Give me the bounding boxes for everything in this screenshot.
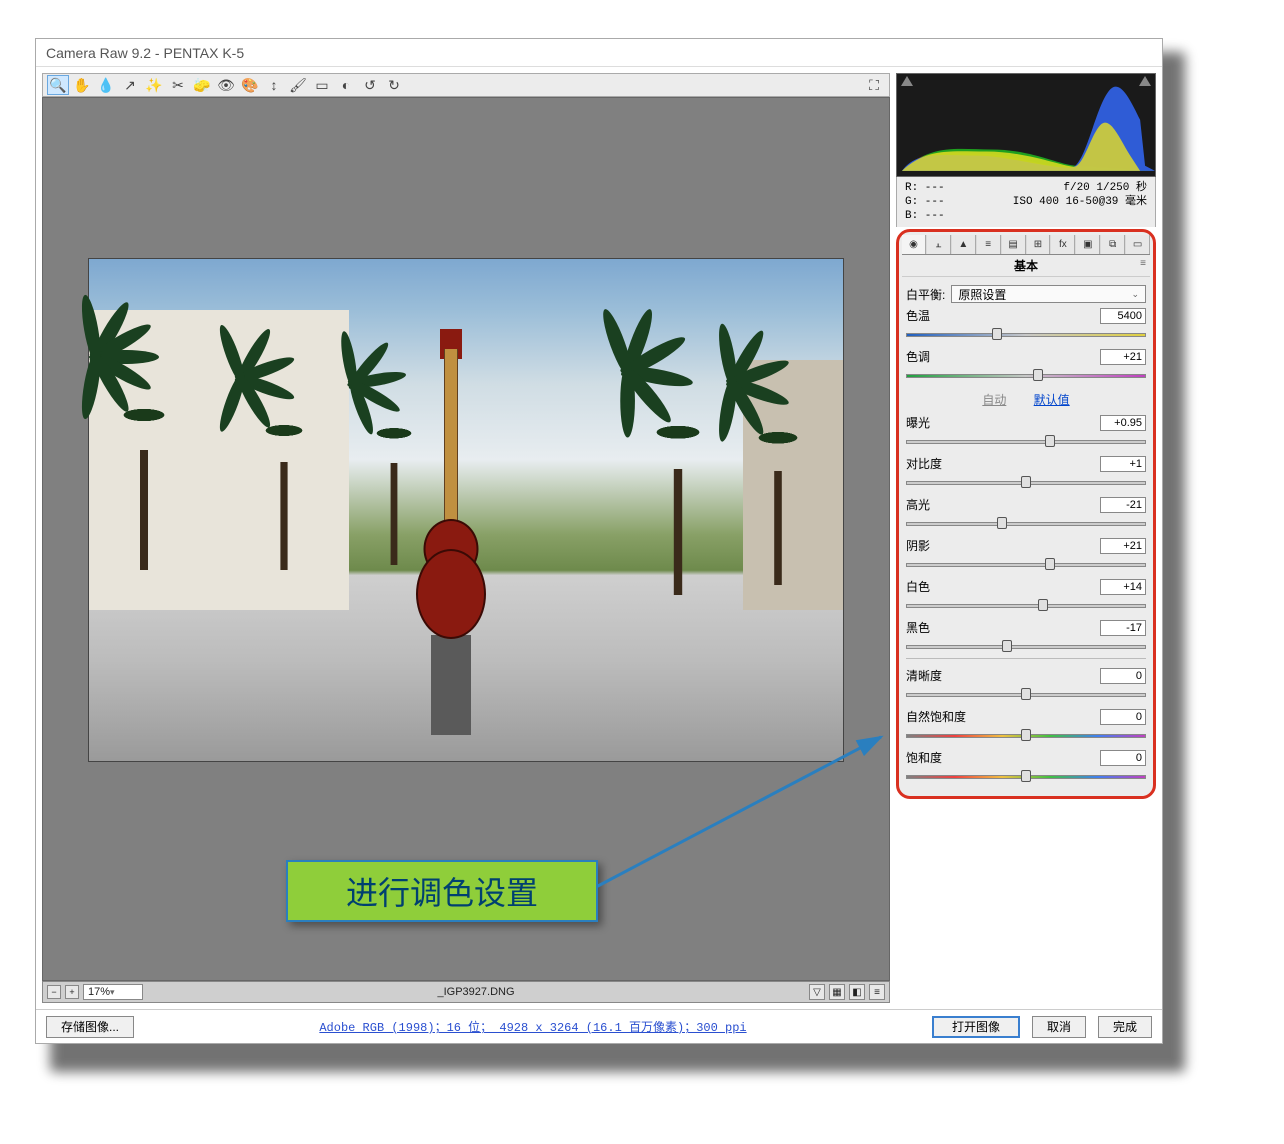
temp-slider[interactable] <box>906 328 1146 340</box>
graduated-filter-icon[interactable]: 🖌 <box>287 75 309 95</box>
targeted-adjust-icon[interactable]: ✨ <box>143 75 165 95</box>
tab-curve[interactable]: ⫠ <box>927 235 951 254</box>
exposure-slider[interactable] <box>906 435 1146 447</box>
contrast-label: 对比度 <box>906 455 942 472</box>
spot-removal-icon[interactable]: 👁 <box>215 75 237 95</box>
cancel-button[interactable]: 取消 <box>1032 1016 1086 1038</box>
highlights-input[interactable]: -21 <box>1100 497 1146 513</box>
compare-icon[interactable]: ◧ <box>849 984 865 1000</box>
radial-filter-icon[interactable]: ▭ <box>311 75 333 95</box>
tab-hsl[interactable]: ≡ <box>977 235 1001 254</box>
vibrance-input[interactable]: 0 <box>1100 709 1146 725</box>
tab-split[interactable]: ▤ <box>1002 235 1026 254</box>
adjustment-brush-icon[interactable]: ↕ <box>263 75 285 95</box>
eyedropper-icon[interactable]: 💧 <box>95 75 117 95</box>
done-button[interactable]: 完成 <box>1098 1016 1152 1038</box>
white-balance-select[interactable]: 原照设置 ⌄ <box>951 285 1146 303</box>
auto-link[interactable]: 自动 <box>982 393 1006 407</box>
zoom-out-button[interactable]: − <box>47 985 61 999</box>
temp-label: 色温 <box>906 307 930 324</box>
fullscreen-icon[interactable]: ⛶ <box>863 75 885 95</box>
clarity-input[interactable]: 0 <box>1100 668 1146 684</box>
shadows-slider[interactable] <box>906 558 1146 570</box>
canvas-status-bar: − + 17%▾ _IGP3927.DNG ▽ ▦ ◧ ≡ <box>42 981 890 1003</box>
tint-slider[interactable] <box>906 369 1146 381</box>
exposure-label: 曝光 <box>906 414 930 431</box>
grid-icon[interactable]: ▦ <box>829 984 845 1000</box>
contrast-input[interactable]: +1 <box>1100 456 1146 472</box>
tint-label: 色调 <box>906 348 930 365</box>
whites-label: 白色 <box>906 578 930 595</box>
save-image-button[interactable]: 存储图像... <box>46 1016 134 1038</box>
tab-fx[interactable]: fx <box>1051 235 1075 254</box>
tab-basic[interactable]: ◉ <box>902 235 926 254</box>
filename-label: _IGP3927.DNG <box>147 986 805 998</box>
saturation-input[interactable]: 0 <box>1100 750 1146 766</box>
highlights-slider[interactable] <box>906 517 1146 529</box>
hand-tool-icon[interactable]: ✋ <box>71 75 93 95</box>
annotation-callout: 进行调色设置 <box>286 860 598 922</box>
histogram[interactable] <box>896 73 1156 177</box>
clarity-label: 清晰度 <box>906 667 942 684</box>
panel-title: 基本 ≡ <box>902 255 1150 277</box>
blacks-slider[interactable] <box>906 640 1146 652</box>
exposure-input[interactable]: +0.95 <box>1100 415 1146 431</box>
zoom-select[interactable]: 17%▾ <box>83 984 143 1000</box>
panel-tabs: ◉ ⫠ ▲ ≡ ▤ ⊞ fx ▣ ⧉ ▭ <box>902 235 1150 255</box>
tab-camera[interactable]: ▣ <box>1076 235 1100 254</box>
footer: 存储图像... Adobe RGB (1998)；16 位； 4928 x 32… <box>36 1009 1162 1043</box>
highlight-clip-icon[interactable] <box>1139 76 1151 86</box>
open-image-button[interactable]: 打开图像 <box>932 1016 1020 1038</box>
highlights-label: 高光 <box>906 496 930 513</box>
toolbar: 🔍 ✋ 💧 ↗ ✨ ✂ 🧽 👁 🎨 ↕ 🖌 ▭ ◐ ↺ ↻ ⛶ <box>42 73 890 97</box>
tab-detail[interactable]: ▲ <box>952 235 976 254</box>
window-title: Camera Raw 9.2 - PENTAX K-5 <box>36 39 1162 67</box>
whites-input[interactable]: +14 <box>1100 579 1146 595</box>
tab-lens[interactable]: ⊞ <box>1027 235 1051 254</box>
saturation-slider[interactable] <box>906 770 1146 782</box>
tab-snapshots[interactable]: ▭ <box>1126 235 1150 254</box>
vibrance-slider[interactable] <box>906 729 1146 741</box>
color-sampler-icon[interactable]: ↗ <box>119 75 141 95</box>
menu-icon[interactable]: ≡ <box>869 984 885 1000</box>
preview-image <box>88 258 844 762</box>
shadow-clip-icon[interactable] <box>901 76 913 86</box>
tint-input[interactable]: +21 <box>1100 349 1146 365</box>
zoom-tool-icon[interactable]: 🔍 <box>47 75 69 95</box>
camera-raw-window: Camera Raw 9.2 - PENTAX K-5 🔍 ✋ 💧 ↗ ✨ ✂ … <box>35 38 1163 1044</box>
rotate-cw-icon[interactable]: ↻ <box>383 75 405 95</box>
contrast-slider[interactable] <box>906 476 1146 488</box>
blacks-label: 黑色 <box>906 619 930 636</box>
default-link[interactable]: 默认值 <box>1034 393 1070 407</box>
redeye-icon[interactable]: 🎨 <box>239 75 261 95</box>
panel-menu-icon[interactable]: ≡ <box>1140 258 1146 269</box>
exif-readout: R: --- G: --- B: --- f/20 1/250 秒 ISO 40… <box>896 177 1156 227</box>
crop-tool-icon[interactable]: ✂ <box>167 75 189 95</box>
vibrance-label: 自然饱和度 <box>906 708 966 725</box>
preferences-icon[interactable]: ◐ <box>335 75 357 95</box>
whites-slider[interactable] <box>906 599 1146 611</box>
saturation-label: 饱和度 <box>906 749 942 766</box>
blacks-input[interactable]: -17 <box>1100 620 1146 636</box>
shadows-label: 阴影 <box>906 537 930 554</box>
shadows-input[interactable]: +21 <box>1100 538 1146 554</box>
workflow-options-link[interactable]: Adobe RGB (1998)；16 位； 4928 x 3264 (16.1… <box>146 1018 920 1035</box>
clarity-slider[interactable] <box>906 688 1146 700</box>
wb-label: 白平衡: <box>906 286 945 303</box>
image-canvas[interactable]: 进行调色设置 <box>42 97 890 981</box>
rotate-ccw-icon[interactable]: ↺ <box>359 75 381 95</box>
basic-panel-highlight: ◉ ⫠ ▲ ≡ ▤ ⊞ fx ▣ ⧉ ▭ 基本 ≡ <box>896 229 1156 799</box>
temp-input[interactable]: 5400 <box>1100 308 1146 324</box>
straighten-icon[interactable]: 🧽 <box>191 75 213 95</box>
chevron-down-icon: ⌄ <box>1131 289 1139 300</box>
zoom-in-button[interactable]: + <box>65 985 79 999</box>
filter-icon[interactable]: ▽ <box>809 984 825 1000</box>
tab-presets[interactable]: ⧉ <box>1101 235 1125 254</box>
